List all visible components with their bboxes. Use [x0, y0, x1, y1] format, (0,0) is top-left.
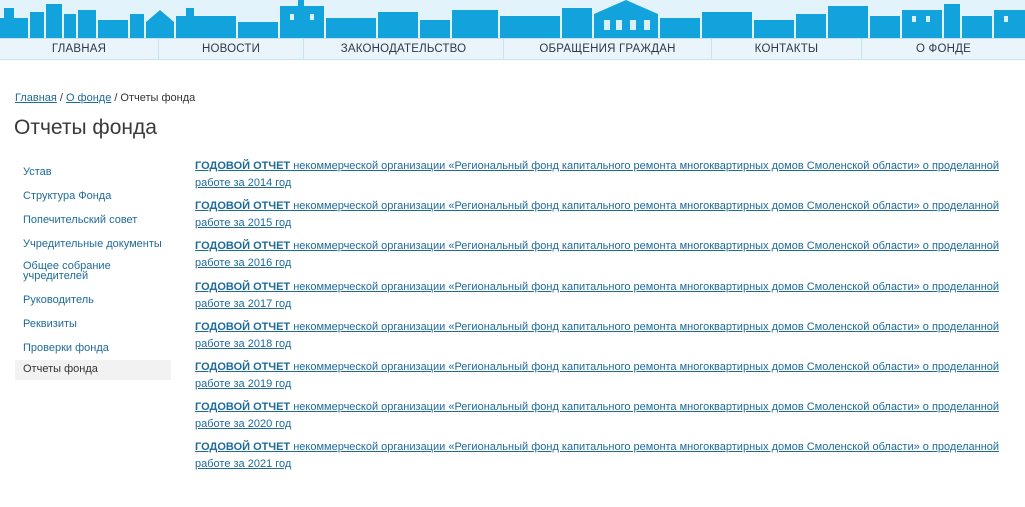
- sidebar-item-requisites[interactable]: Реквизиты: [15, 319, 171, 330]
- report-description: некоммерческой организации «Региональный…: [195, 280, 1000, 310]
- sidebar-item-charter[interactable]: Устав: [15, 167, 171, 178]
- sidebar-menu: Устав Структура Фонда Попечительский сов…: [15, 160, 171, 380]
- breadcrumb-home-link[interactable]: Главная: [15, 92, 57, 104]
- sidebar-item-general-meeting[interactable]: Общее собрание учредителей: [15, 261, 131, 282]
- main-nav: ГЛАВНАЯ НОВОСТИ ЗАКОНОДАТЕЛЬСТВО ОБРАЩЕН…: [0, 38, 1025, 60]
- report-link-2016[interactable]: ГОДОВОЙ ОТЧЕТ некоммерческой организации…: [195, 238, 1010, 278]
- report-description: некоммерческой организации «Региональный…: [195, 360, 1000, 390]
- nav-item-citizen-appeals[interactable]: ОБРАЩЕНИЯ ГРАЖДАН: [503, 39, 711, 59]
- breadcrumb-separator: /: [59, 92, 63, 104]
- breadcrumb: Главная / О фонде / Отчеты фонда: [15, 92, 195, 104]
- report-prefix: ГОДОВОЙ ОТЧЕТ: [195, 401, 291, 414]
- report-description: некоммерческой организации «Региональный…: [195, 160, 1000, 189]
- sidebar-item-director[interactable]: Руководитель: [15, 295, 171, 306]
- nav-item-about[interactable]: О ФОНДЕ: [861, 39, 1025, 59]
- report-prefix: ГОДОВОЙ ОТЧЕТ: [195, 200, 291, 213]
- nav-item-home[interactable]: ГЛАВНАЯ: [0, 39, 158, 59]
- report-link-2015[interactable]: ГОДОВОЙ ОТЧЕТ некоммерческой организации…: [195, 198, 1010, 238]
- report-description: некоммерческой организации «Региональный…: [195, 200, 1000, 230]
- sidebar-item-founding-documents[interactable]: Учредительные документы: [15, 239, 171, 250]
- report-prefix: ГОДОВОЙ ОТЧЕТ: [195, 441, 291, 454]
- report-prefix: ГОДОВОЙ ОТЧЕТ: [195, 160, 291, 172]
- report-link-2021[interactable]: ГОДОВОЙ ОТЧЕТ некоммерческой организации…: [195, 439, 1010, 479]
- report-description: некоммерческой организации «Региональный…: [195, 441, 1000, 471]
- breadcrumb-current: Отчеты фонда: [120, 92, 196, 104]
- report-prefix: ГОДОВОЙ ОТЧЕТ: [195, 360, 291, 373]
- sidebar-item-audits[interactable]: Проверки фонда: [15, 343, 171, 354]
- report-description: некоммерческой организации «Региональный…: [195, 401, 1000, 431]
- report-prefix: ГОДОВОЙ ОТЧЕТ: [195, 320, 291, 333]
- sidebar-item-board-of-trustees[interactable]: Попечительский совет: [15, 215, 171, 226]
- report-description: некоммерческой организации «Региональный…: [195, 240, 1000, 270]
- breadcrumb-about-link[interactable]: О фонде: [66, 92, 111, 104]
- report-prefix: ГОДОВОЙ ОТЧЕТ: [195, 280, 291, 293]
- page-title: Отчеты фонда: [14, 116, 157, 139]
- reports-list: ГОДОВОЙ ОТЧЕТ некоммерческой организации…: [195, 158, 1010, 480]
- header-skyline-banner: [0, 0, 1025, 38]
- report-description: некоммерческой организации «Региональный…: [195, 320, 1000, 350]
- report-prefix: ГОДОВОЙ ОТЧЕТ: [195, 240, 291, 253]
- report-link-2019[interactable]: ГОДОВОЙ ОТЧЕТ некоммерческой организации…: [195, 359, 1010, 399]
- nav-item-contacts[interactable]: КОНТАКТЫ: [711, 39, 861, 59]
- report-link-2014[interactable]: ГОДОВОЙ ОТЧЕТ некоммерческой организации…: [195, 158, 1010, 198]
- report-link-2020[interactable]: ГОДОВОЙ ОТЧЕТ некоммерческой организации…: [195, 399, 1010, 439]
- sidebar-item-structure[interactable]: Структура Фонда: [15, 191, 171, 202]
- sidebar-item-reports[interactable]: Отчеты фонда: [15, 360, 171, 380]
- city-skyline-illustration: [0, 0, 1025, 38]
- report-link-2017[interactable]: ГОДОВОЙ ОТЧЕТ некоммерческой организации…: [195, 279, 1010, 319]
- nav-item-legislation[interactable]: ЗАКОНОДАТЕЛЬСТВО: [303, 39, 503, 59]
- report-link-2018[interactable]: ГОДОВОЙ ОТЧЕТ некоммерческой организации…: [195, 319, 1010, 359]
- nav-item-news[interactable]: НОВОСТИ: [158, 39, 303, 59]
- breadcrumb-separator: /: [114, 92, 118, 104]
